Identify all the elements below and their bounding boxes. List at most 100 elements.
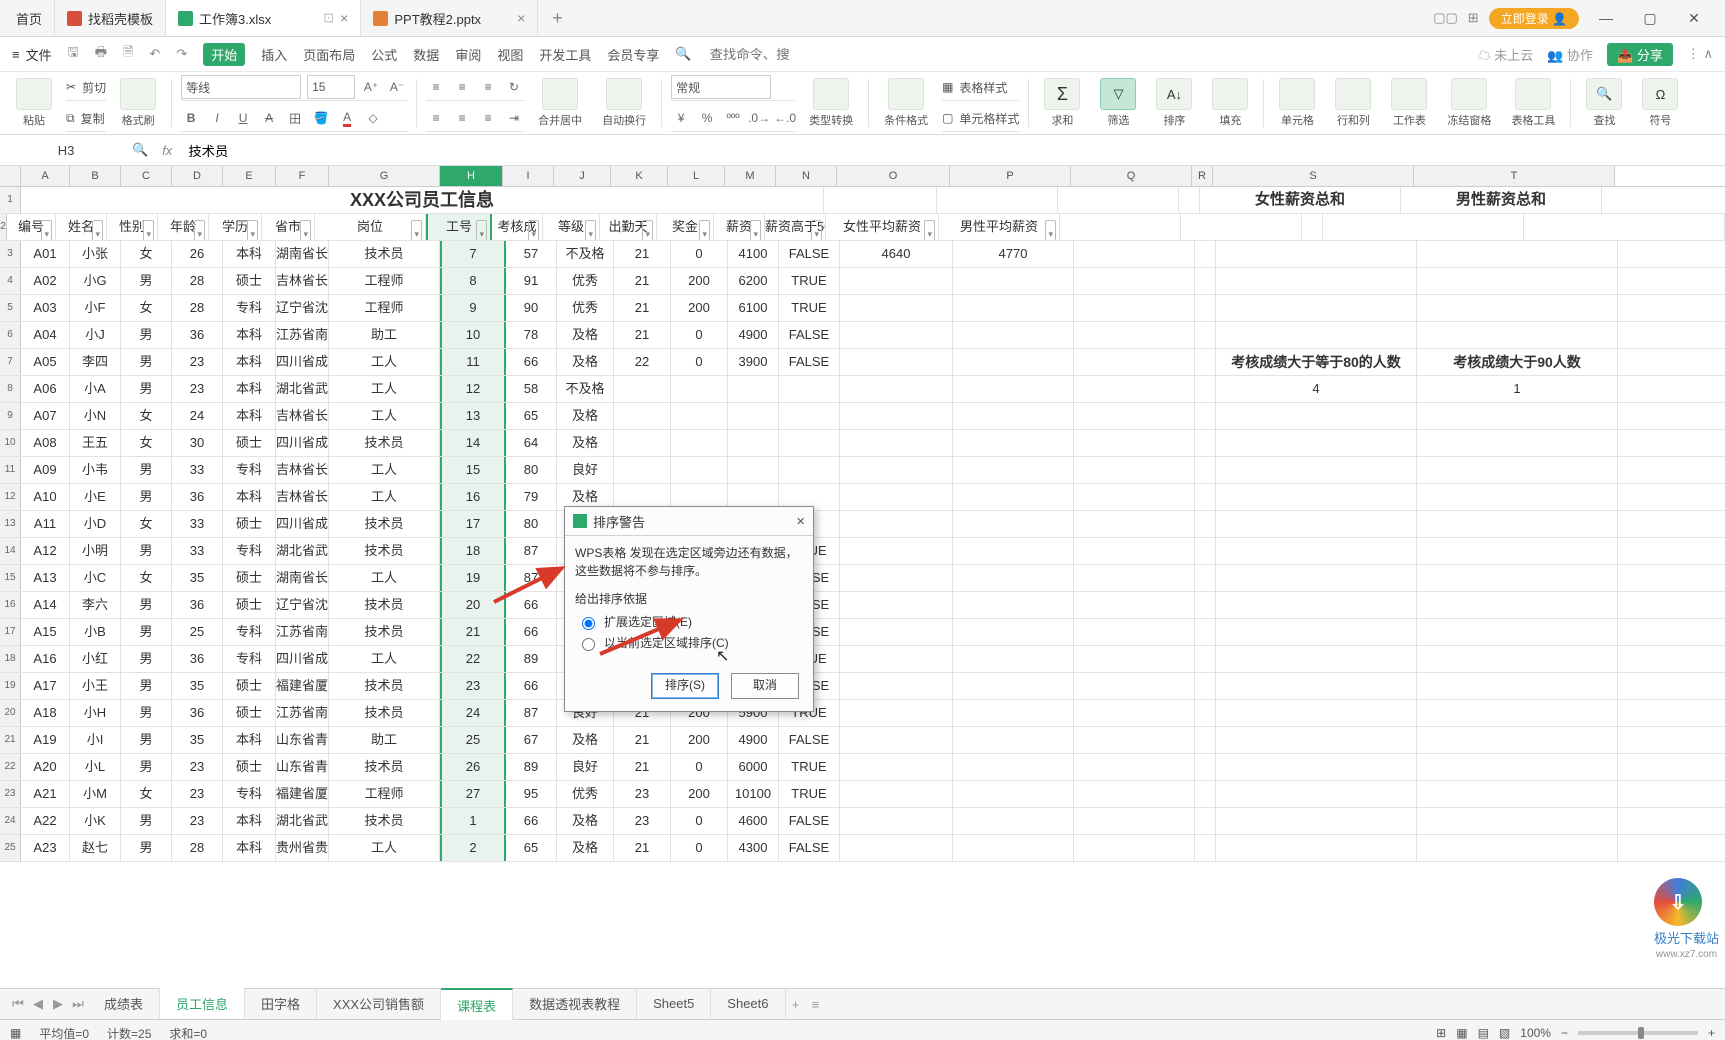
- cell[interactable]: [1074, 592, 1195, 618]
- cell[interactable]: [671, 403, 728, 429]
- cell[interactable]: [1074, 619, 1195, 645]
- cell[interactable]: 10100: [728, 781, 779, 807]
- cell[interactable]: [779, 403, 840, 429]
- cell[interactable]: 李四: [70, 349, 121, 375]
- cell[interactable]: 技术员: [329, 673, 440, 699]
- sheet-tab[interactable]: Sheet5: [637, 988, 711, 1018]
- cell[interactable]: 小K: [70, 808, 121, 834]
- sheet-tab[interactable]: 员工信息: [160, 988, 245, 1018]
- cell[interactable]: 21: [614, 268, 671, 294]
- cell[interactable]: [1216, 565, 1417, 591]
- cell[interactable]: 四川省成都市: [276, 646, 329, 672]
- row-header[interactable]: 3: [0, 241, 21, 267]
- cell[interactable]: [840, 754, 953, 780]
- cell[interactable]: 本科: [223, 322, 276, 348]
- cell[interactable]: 四川省成都市: [276, 430, 329, 456]
- cell[interactable]: [953, 484, 1074, 510]
- cell[interactable]: 技术员: [329, 700, 440, 726]
- cell[interactable]: [1216, 619, 1417, 645]
- cell[interactable]: 男: [121, 619, 172, 645]
- cell[interactable]: 21: [614, 754, 671, 780]
- cell[interactable]: [840, 808, 953, 834]
- cell[interactable]: [1417, 295, 1618, 321]
- view-break-icon[interactable]: ▧: [1499, 1026, 1510, 1040]
- cell[interactable]: 考核成绩大于等于80的人数: [1216, 349, 1417, 375]
- row-header[interactable]: 12: [0, 484, 21, 510]
- cell[interactable]: [1074, 295, 1195, 321]
- cell[interactable]: 男: [121, 457, 172, 483]
- cell[interactable]: [1074, 673, 1195, 699]
- zoom-value[interactable]: 100%: [1520, 1026, 1551, 1040]
- cell[interactable]: A20: [21, 754, 70, 780]
- cell[interactable]: [1074, 268, 1195, 294]
- col-header-J[interactable]: J: [554, 166, 611, 186]
- cell[interactable]: 33: [172, 457, 223, 483]
- cell[interactable]: A17: [21, 673, 70, 699]
- fx-icon[interactable]: fx: [162, 143, 172, 158]
- cell[interactable]: 4900: [728, 322, 779, 348]
- cell[interactable]: [1074, 511, 1195, 537]
- cell[interactable]: 女性薪资总和: [1200, 187, 1401, 213]
- underline-icon[interactable]: U: [233, 108, 253, 128]
- cell[interactable]: 7: [440, 241, 506, 267]
- sheet-nav-prev[interactable]: ◀: [28, 996, 48, 1012]
- cell[interactable]: 及格: [557, 403, 614, 429]
- align-bot-icon[interactable]: ≡: [478, 77, 498, 97]
- menu-insert[interactable]: 插入: [261, 45, 287, 64]
- cell[interactable]: 1: [440, 808, 506, 834]
- cell[interactable]: 男: [121, 754, 172, 780]
- cell[interactable]: 技术员: [329, 538, 440, 564]
- cell[interactable]: [728, 403, 779, 429]
- cell[interactable]: 200: [671, 781, 728, 807]
- cell[interactable]: [840, 430, 953, 456]
- header-cell[interactable]: 岗位: [315, 214, 426, 240]
- cell[interactable]: 80: [506, 511, 557, 537]
- cell[interactable]: [1216, 511, 1417, 537]
- cell[interactable]: [953, 754, 1074, 780]
- cell[interactable]: 福建省厦门市: [276, 781, 329, 807]
- cell[interactable]: 李六: [70, 592, 121, 618]
- row-header[interactable]: 25: [0, 835, 21, 861]
- cell[interactable]: 男: [121, 727, 172, 753]
- cell[interactable]: [1417, 430, 1618, 456]
- cell[interactable]: 21: [614, 835, 671, 861]
- cell[interactable]: 80: [506, 457, 557, 483]
- menu-start[interactable]: 开始: [203, 43, 245, 66]
- symbol-button[interactable]: Ω符号: [1636, 78, 1684, 128]
- cell[interactable]: 3900: [728, 349, 779, 375]
- cell[interactable]: 福建省厦门市: [276, 673, 329, 699]
- cell[interactable]: [1195, 430, 1216, 456]
- border-icon[interactable]: 田: [285, 108, 305, 128]
- cell[interactable]: A02: [21, 268, 70, 294]
- comma-icon[interactable]: ººº: [723, 108, 743, 128]
- cell[interactable]: A03: [21, 295, 70, 321]
- tab-ppt[interactable]: PPT教程2.pptx×: [361, 0, 538, 36]
- cell[interactable]: [1074, 565, 1195, 591]
- redo-icon[interactable]: ↷: [176, 46, 187, 62]
- option-expand-selection[interactable]: 扩展选定区域(E): [577, 613, 803, 630]
- close-icon[interactable]: ×: [517, 10, 525, 26]
- cell[interactable]: [1417, 322, 1618, 348]
- cell[interactable]: 硕士: [223, 565, 276, 591]
- cell[interactable]: 64: [506, 430, 557, 456]
- row-header[interactable]: 6: [0, 322, 21, 348]
- cell[interactable]: 4640: [840, 241, 953, 267]
- row-header[interactable]: 16: [0, 592, 21, 618]
- table-tool-button[interactable]: 表格工具: [1505, 78, 1561, 128]
- cell[interactable]: 35: [172, 673, 223, 699]
- view-page-icon[interactable]: ▤: [1478, 1026, 1489, 1040]
- cell[interactable]: [1074, 727, 1195, 753]
- cell[interactable]: [840, 538, 953, 564]
- cell[interactable]: [953, 511, 1074, 537]
- cell[interactable]: 不及格: [557, 241, 614, 267]
- cell[interactable]: 本科: [223, 808, 276, 834]
- cell[interactable]: [840, 322, 953, 348]
- cell[interactable]: 30: [172, 430, 223, 456]
- cell[interactable]: 技术员: [329, 592, 440, 618]
- cell[interactable]: 23: [440, 673, 506, 699]
- cell[interactable]: 24: [440, 700, 506, 726]
- sheet-list-button[interactable]: ≡: [806, 997, 826, 1012]
- cell[interactable]: 4900: [728, 727, 779, 753]
- cell[interactable]: FALSE: [779, 808, 840, 834]
- cell[interactable]: A01: [21, 241, 70, 267]
